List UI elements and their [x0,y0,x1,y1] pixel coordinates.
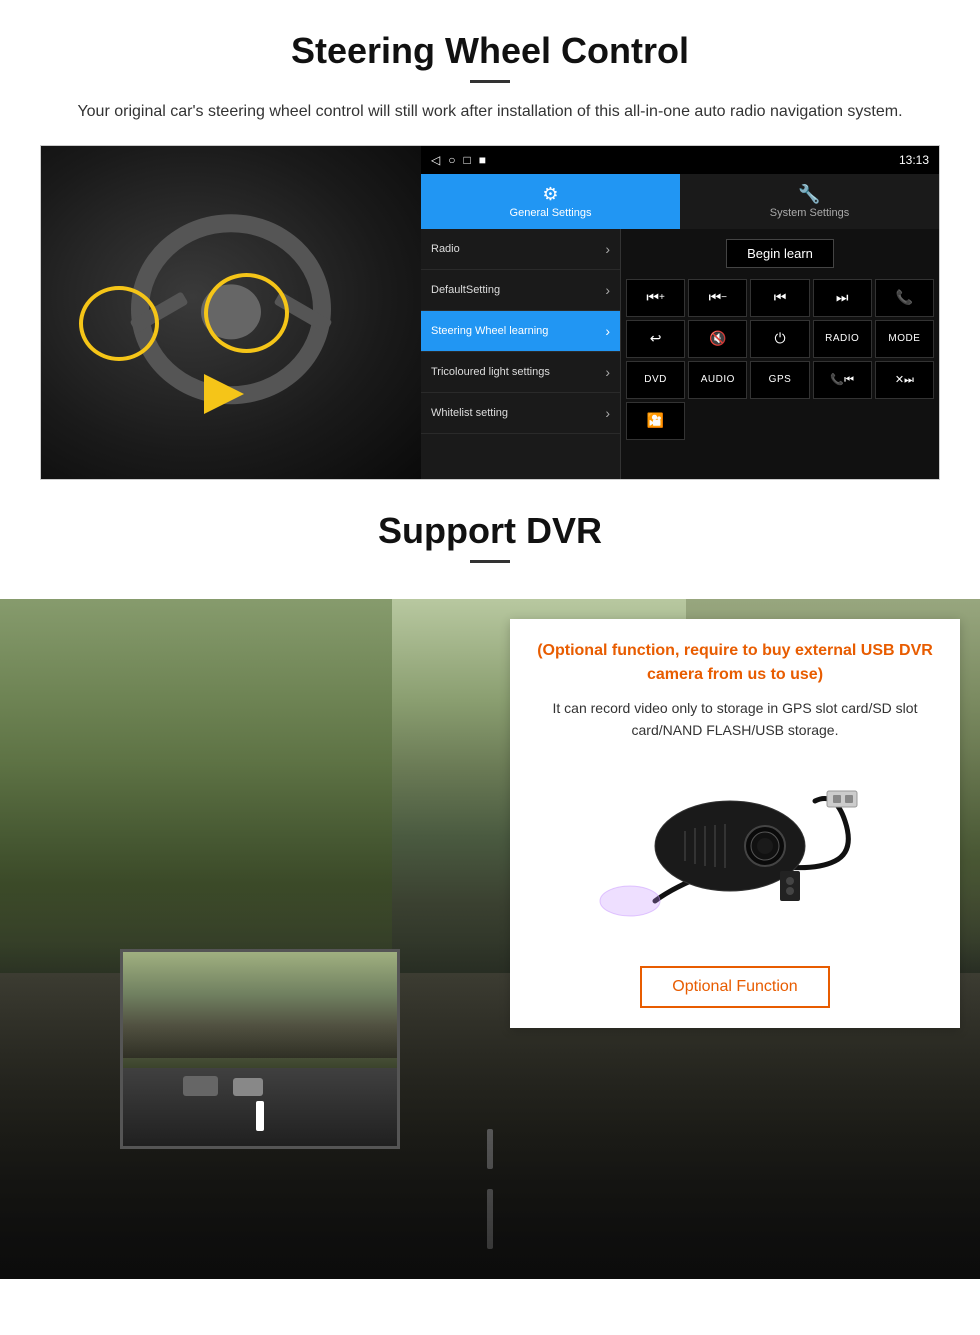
ctrl-vol-down[interactable]: ⏮− [688,279,747,317]
menu-whitelist-arrow: › [605,405,610,421]
tab-system-label: System Settings [770,207,849,219]
menu-item-whitelist[interactable]: Whitelist setting › [421,393,620,434]
dvr-divider [470,560,510,563]
ctrl-next[interactable]: ⏭ [813,279,872,317]
ctrl-call-prev[interactable]: 📞⏮ [813,361,872,399]
ctrl-prev[interactable]: ⏮ [750,279,809,317]
tab-general-label: General Settings [510,207,592,219]
menu-item-steering[interactable]: Steering Wheel learning › [421,311,620,352]
ctrl-radio[interactable]: RADIO [813,320,872,358]
steering-photo [41,146,421,480]
inset-sky [123,952,397,1059]
menu-default-label: DefaultSetting [431,284,500,296]
back-icon: ◁ [431,153,440,167]
tab-system[interactable]: 🔧 System Settings [680,174,939,229]
menu-tricolour-arrow: › [605,364,610,380]
steering-section: Steering Wheel Control Your original car… [0,0,980,480]
android-tabs: ⚙ General Settings 🔧 System Settings [421,174,939,229]
ctrl-camera[interactable]: 🎦 [626,402,685,440]
ctrl-mute[interactable]: 🔇 [688,320,747,358]
menu-default-arrow: › [605,282,610,298]
begin-learn-button[interactable]: Begin learn [726,239,834,268]
ctrl-audio[interactable]: AUDIO [688,361,747,399]
ctrl-power[interactable]: ⏻ [750,320,809,358]
tab-general[interactable]: ⚙ General Settings [421,174,680,229]
inset-car-1 [183,1076,218,1096]
dvr-camera-svg [575,771,895,941]
menu-item-default[interactable]: DefaultSetting › [421,270,620,311]
ctrl-end-next[interactable]: ✕⏭ [875,361,934,399]
controls-grid: ⏮+ ⏮− ⏮ ⏭ 📞 ↩ 🔇 ⏻ RADIO MODE DVD AUDIO [626,279,934,440]
steering-composite: ◁ ○ □ ■ 13:13 ⚙ General Settings 🔧 Syste… [40,145,940,480]
dvr-section: Support DVR (Opt [0,480,980,1279]
statusbar-left: ◁ ○ □ ■ [431,153,486,167]
arrow-indicator [204,374,244,414]
dvr-title: Support DVR [40,510,940,552]
dvr-info-card: (Optional function, require to buy exter… [510,619,960,1029]
menu-steering-label: Steering Wheel learning [431,325,548,337]
menu-item-radio[interactable]: Radio › [421,229,620,270]
highlight-right [204,273,289,353]
dvr-optional-text: (Optional function, require to buy exter… [530,639,940,687]
ctrl-mode[interactable]: MODE [875,320,934,358]
menu-tricolour-label: Tricoloured light settings [431,366,550,378]
menu-steering-arrow: › [605,323,610,339]
menu-radio-arrow: › [605,241,610,257]
dvr-camera-image [530,756,940,956]
ctrl-vol-up[interactable]: ⏮+ [626,279,685,317]
dvr-image-container: (Optional function, require to buy exter… [0,599,980,1279]
statusbar-time: 13:13 [899,153,929,167]
steering-title: Steering Wheel Control [40,30,940,72]
inset-car-2 [233,1078,263,1096]
dvr-title-area: Support DVR [0,510,980,599]
ctrl-gps[interactable]: GPS [750,361,809,399]
inset-road-line [256,1101,264,1131]
camera-inset [120,949,400,1149]
ctrl-call[interactable]: 📞 [875,279,934,317]
controls-panel: Begin learn ⏮+ ⏮− ⏮ ⏭ 📞 ↩ 🔇 ⏻ RADIO [621,229,939,479]
system-icon: 🔧 [798,184,820,205]
highlight-left [79,286,159,361]
home-icon: ○ [448,153,455,167]
steering-subtitle: Your original car's steering wheel contr… [40,99,940,125]
android-content: Radio › DefaultSetting › Steering Wheel … [421,229,939,479]
menu-item-tricolour[interactable]: Tricoloured light settings › [421,352,620,393]
android-statusbar: ◁ ○ □ ■ 13:13 [421,146,939,174]
android-panel: ◁ ○ □ ■ 13:13 ⚙ General Settings 🔧 Syste… [421,146,939,479]
menu-whitelist-label: Whitelist setting [431,407,508,419]
menu-radio-label: Radio [431,243,460,255]
menu-list: Radio › DefaultSetting › Steering Wheel … [421,229,621,479]
ctrl-dvd[interactable]: DVD [626,361,685,399]
wheel-bg [41,146,421,480]
title-divider [470,80,510,83]
ctrl-back[interactable]: ↩ [626,320,685,358]
recent-icon: □ [463,153,470,167]
general-icon: ⚙ [542,184,558,205]
optional-function-button[interactable]: Optional Function [640,966,829,1008]
menu-icon: ■ [479,153,486,167]
begin-learn-area: Begin learn [626,234,934,274]
dvr-description: It can record video only to storage in G… [530,697,940,742]
